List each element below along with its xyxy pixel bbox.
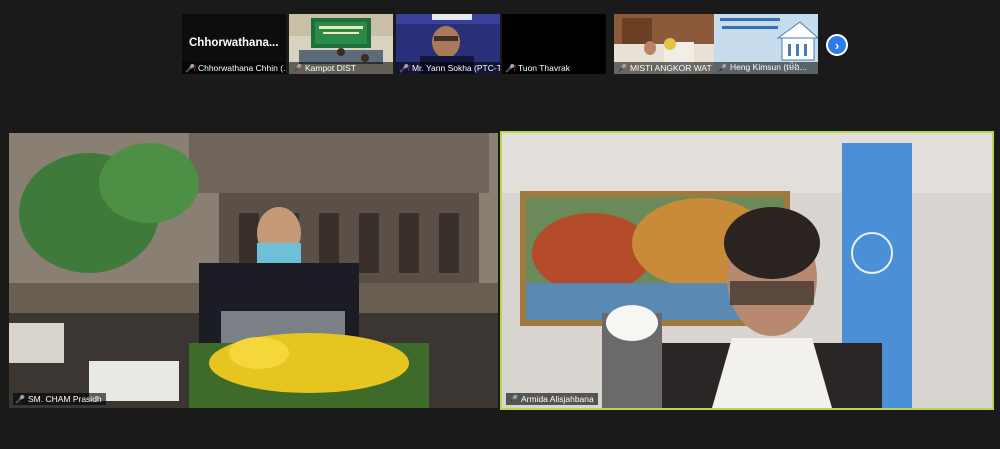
participant-tile[interactable]: 🎤̸ Heng Kimsun (ម៉េង... (714, 14, 818, 74)
next-page-button[interactable]: › (826, 34, 848, 56)
video-feed (9, 133, 498, 408)
participant-name-display: Chhorwathana... (189, 37, 279, 49)
muted-mic-icon: 🎤̸ (292, 63, 302, 73)
participant-tile[interactable]: 🎤̸ Kampot DIST (289, 14, 393, 74)
main-video-active-speaker[interactable]: 🎤 Armida Alisjahbana (500, 131, 994, 410)
participant-label: Heng Kimsun (ម៉េង... (729, 62, 807, 72)
participant-name-label: 🎤 Armida Alisjahbana (506, 393, 598, 405)
participant-tile[interactable]: 🎤̸ Mr. Yann Sokha (PTC-T... (396, 14, 500, 74)
participant-label: Kampot DIST (304, 63, 356, 73)
muted-mic-icon: 🎤̸ (617, 63, 627, 73)
participant-label: Tuon Thavrak (517, 63, 570, 73)
muted-mic-icon: 🎤̸ (717, 63, 727, 73)
participant-tile[interactable]: 🎤̸ Tuon Thavrak (502, 14, 606, 74)
participant-name: SM. CHAM Prasidh (27, 394, 102, 404)
muted-mic-icon: 🎤̸ (399, 63, 409, 73)
chevron-right-icon: › (834, 37, 840, 53)
participant-tile[interactable]: Chhorwathana... 🎤̸ Chhorwathana Chhin (..… (182, 14, 286, 74)
participant-label: MISTI ANGKOR WAT T... (629, 63, 718, 73)
muted-mic-icon: 🎤̸ (505, 63, 515, 73)
main-video-left[interactable]: 🎤 SM. CHAM Prasidh (9, 133, 498, 408)
mic-icon: 🎤 (508, 394, 518, 404)
muted-mic-icon: 🎤̸ (185, 63, 195, 73)
participant-label: Mr. Yann Sokha (PTC-T... (411, 63, 500, 73)
participant-name-label: 🎤 SM. CHAM Prasidh (13, 393, 106, 405)
participant-name: Armida Alisjahbana (520, 394, 594, 404)
participant-tile[interactable]: 🎤̸ MISTI ANGKOR WAT T... (614, 14, 718, 74)
mic-icon: 🎤 (15, 394, 25, 404)
video-feed (502, 133, 992, 408)
participant-label: Chhorwathana Chhin (... (197, 63, 286, 73)
